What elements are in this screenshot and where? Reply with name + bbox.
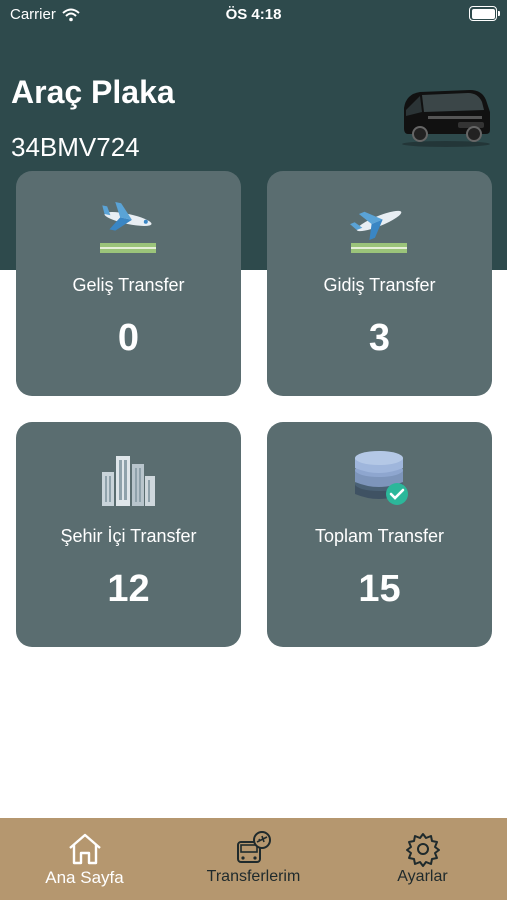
city-buildings-icon (102, 456, 155, 506)
airplane-departure-icon (350, 210, 407, 253)
card-value: 15 (358, 568, 401, 610)
tab-transfers-label: Transferlerim (206, 868, 301, 885)
database-check-icon (355, 451, 408, 505)
card-arrival-transfer[interactable]: Geliş Transfer 0 (16, 171, 241, 396)
bus-plane-icon (237, 831, 271, 863)
tab-transfers[interactable]: Transferlerim (169, 818, 338, 900)
card-total-transfer[interactable]: Toplam Transfer 15 (267, 422, 492, 647)
tab-bar: Ana Sayfa Transferlerim Ayarlar (0, 818, 507, 900)
card-departure-transfer[interactable]: Gidiş Transfer 3 (267, 171, 492, 396)
card-value: 3 (368, 317, 391, 359)
card-city-transfer[interactable]: Şehir İçi Transfer 12 (16, 422, 241, 647)
home-icon (69, 833, 101, 865)
van-image (402, 90, 490, 147)
gear-icon (406, 833, 440, 867)
plate-number: 34BMV724 (11, 132, 140, 162)
card-label: Şehir İçi Transfer (60, 526, 197, 546)
status-time: ÖS 4:18 (225, 6, 282, 23)
tab-settings[interactable]: Ayarlar (338, 818, 507, 900)
tab-home-label: Ana Sayfa (45, 868, 124, 887)
status-bar: Carrier ÖS 4:18 (0, 0, 507, 30)
tab-settings-label: Ayarlar (397, 868, 448, 885)
tab-home[interactable]: Ana Sayfa (0, 818, 169, 900)
card-value: 12 (107, 568, 150, 610)
battery-icon (469, 6, 500, 21)
page-title: Araç Plaka (11, 74, 175, 110)
card-value: 0 (117, 317, 140, 359)
card-label: Gidiş Transfer (323, 275, 436, 295)
airplane-arrival-icon (100, 201, 156, 253)
card-label: Geliş Transfer (72, 275, 185, 295)
card-label: Toplam Transfer (314, 526, 445, 546)
